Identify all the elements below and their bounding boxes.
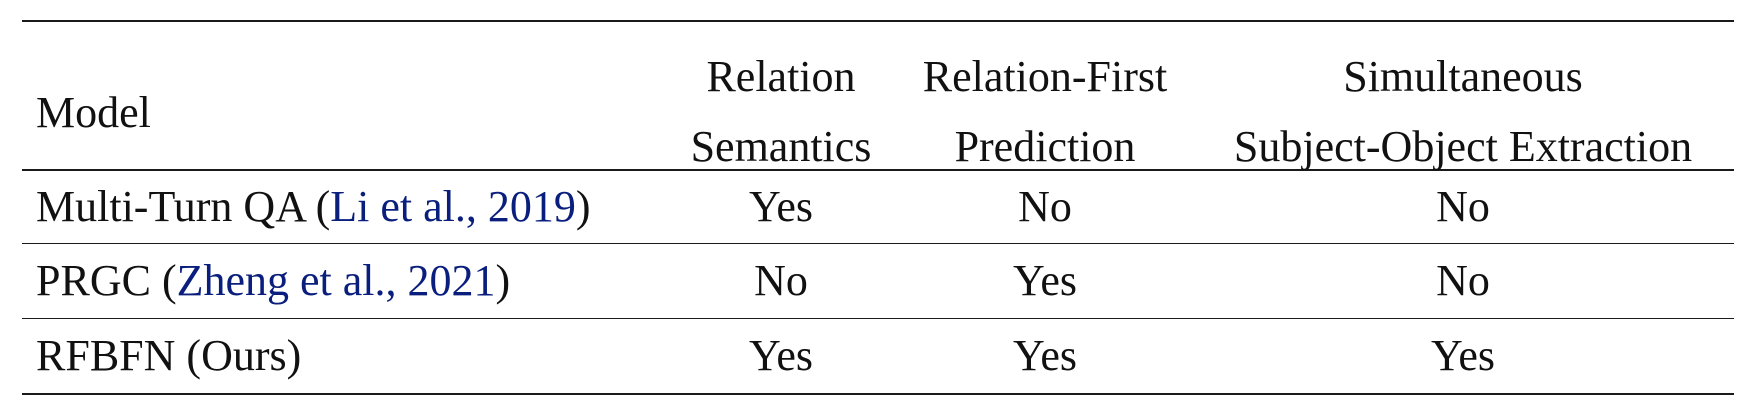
table-cell-simultaneous: No bbox=[1436, 256, 1490, 305]
header-relation-first-line1: Relation-First bbox=[922, 52, 1168, 101]
table-row-model: PRGC (Zheng et al., 2021) bbox=[36, 256, 511, 305]
model-name: RFBFN (Ours) bbox=[36, 331, 302, 380]
header-relation-semantics-line1: Relation bbox=[706, 52, 856, 101]
model-name: Multi-Turn QA bbox=[36, 182, 305, 231]
table-row-model: Multi-Turn QA (Li et al., 2019) bbox=[36, 182, 591, 231]
table-cell-simultaneous: Yes bbox=[1430, 331, 1496, 380]
table-cell-relation-semantics: Yes bbox=[748, 331, 814, 380]
table-row-model: RFBFN (Ours) bbox=[36, 319, 301, 393]
model-name: PRGC bbox=[36, 256, 151, 305]
header-model: Model bbox=[36, 88, 151, 137]
table-cell-relation-semantics: Yes bbox=[748, 182, 814, 231]
top-rule bbox=[22, 20, 1734, 22]
table-cell-relation-first: Yes bbox=[1012, 331, 1078, 380]
table-cell-simultaneous: No bbox=[1436, 182, 1490, 231]
table-cell-relation-semantics: No bbox=[754, 256, 808, 305]
citation-link[interactable]: Li et al., 2019 bbox=[330, 182, 576, 231]
bottom-rule bbox=[22, 393, 1734, 395]
table-cell-relation-first: No bbox=[1018, 182, 1072, 231]
citation-link[interactable]: Zheng et al., 2021 bbox=[177, 256, 496, 305]
table-cell-relation-first: Yes bbox=[1012, 256, 1078, 305]
header-simultaneous-line1: Simultaneous bbox=[1343, 52, 1583, 101]
